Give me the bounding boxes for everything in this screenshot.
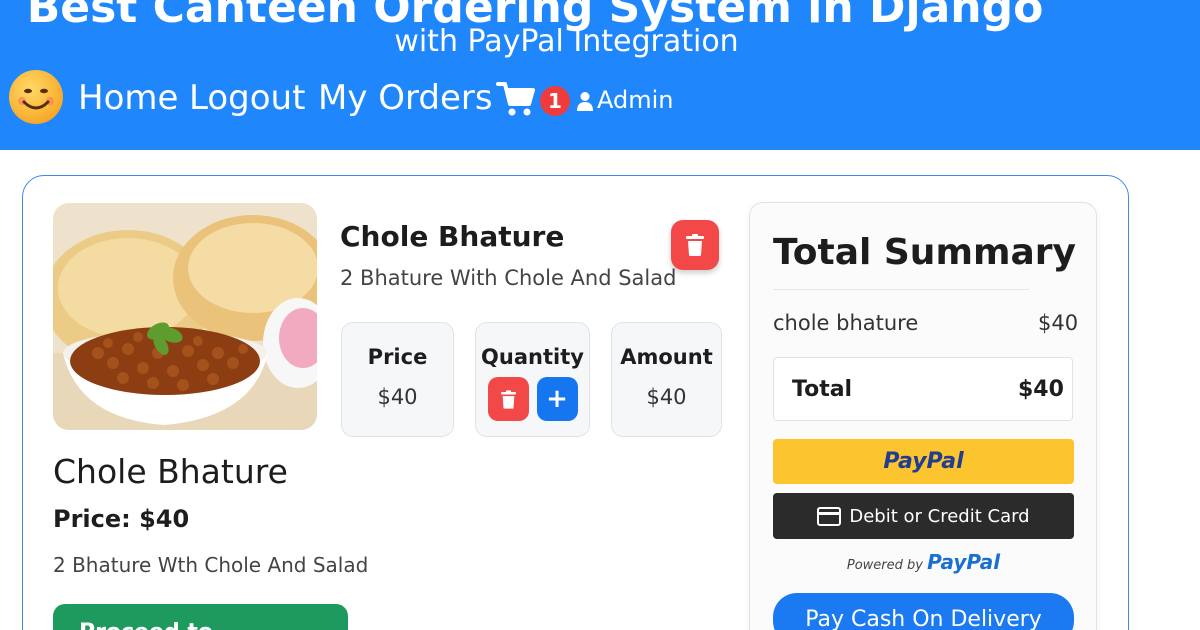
price-label: Price [367,345,428,369]
card-button-label: Debit or Credit Card [849,505,1030,527]
powered-by-text: Powered by [846,558,923,573]
cart-count-badge: 1 [540,86,570,116]
smiley-face-icon[interactable] [9,70,63,124]
amount-label: Amount [620,345,713,369]
product-detail-price: Price: $40 [53,505,190,533]
site-subtitle: with PayPal Integration [394,24,739,59]
user-icon [577,91,593,111]
site-header: Best Canteen Ordering System in Django w… [0,0,1200,150]
amount-value: $40 [646,385,687,409]
user-menu-link[interactable]: Admin [597,86,674,114]
pay-cash-on-delivery-button[interactable]: Pay Cash On Delivery [773,593,1074,630]
product-image [53,203,317,430]
nav-logout-link[interactable]: Logout [189,78,305,118]
quantity-increment-button[interactable]: + [536,377,578,421]
shopping-cart-icon[interactable] [496,80,536,118]
delete-item-button[interactable] [671,220,719,270]
summary-item-amount: $40 [1038,311,1079,335]
nav-home-link[interactable]: Home [78,78,178,118]
proceed-button[interactable]: Proceed to... [53,604,348,630]
summary-item-name: chole bhature [773,311,919,335]
price-box: Price $40 [341,322,454,437]
trash-icon [500,389,516,409]
summary-divider [773,289,1029,290]
paypal-button[interactable]: PayPal [773,439,1074,484]
product-detail-description: 2 Bhature Wth Chole And Salad [53,553,369,577]
quantity-decrement-button[interactable] [487,377,529,421]
amount-box: Amount $40 [611,322,722,437]
powered-by-brand: PayPal [927,550,1001,574]
debit-credit-card-button[interactable]: Debit or Credit Card [773,493,1074,539]
cart-item-title: Chole Bhature [340,220,565,253]
powered-by-paypal: Powered by PayPal [773,550,1074,574]
summary-title: Total Summary [773,232,1076,273]
total-label: Total [792,377,853,402]
nav-my-orders-link[interactable]: My Orders [318,78,493,118]
total-amount: $40 [1018,377,1064,402]
quantity-label: Quantity [481,345,584,369]
trash-icon [686,234,704,256]
quantity-box: Quantity + [475,322,590,437]
credit-card-icon [817,506,842,526]
price-value: $40 [377,385,418,409]
product-detail-title: Chole Bhature [53,452,288,491]
cart-item-description: 2 Bhature With Chole And Salad [340,266,677,290]
